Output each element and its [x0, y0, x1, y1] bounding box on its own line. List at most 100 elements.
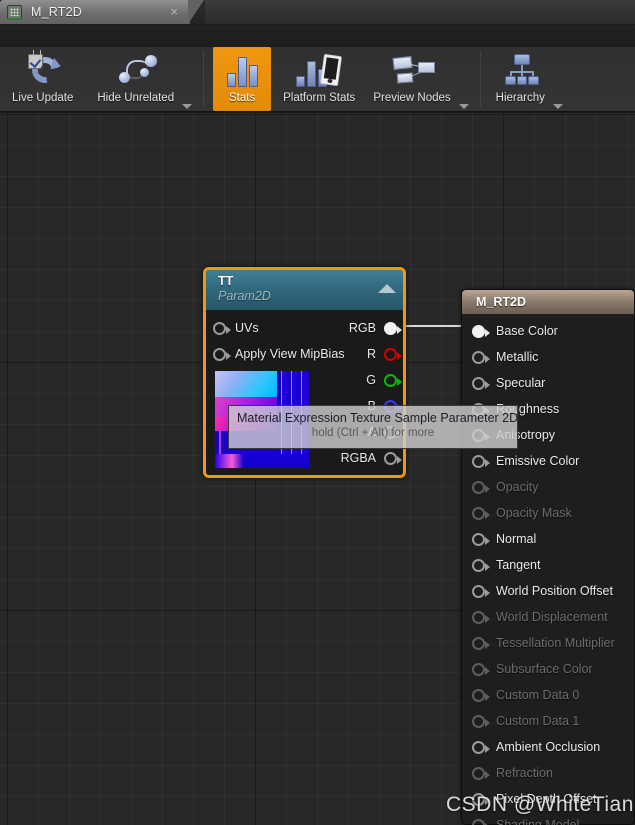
pin-custom-data-0[interactable]	[472, 688, 490, 702]
material-pin-world-displacement[interactable]: World Displacement	[462, 604, 634, 630]
hide-unrelated-icon	[113, 51, 159, 91]
pin-emissive-color[interactable]	[472, 454, 490, 468]
pin-subsurface-color[interactable]	[472, 662, 490, 676]
toolbar-label-preview-nodes: Preview Nodes	[373, 92, 451, 104]
toolbar-separator-2	[479, 51, 481, 107]
pin-metallic[interactable]	[472, 350, 490, 364]
material-pin-normal[interactable]: Normal	[462, 526, 634, 552]
texture-output-rgb[interactable]: RGB	[348, 319, 402, 337]
material-pin-pixel-depth-offset[interactable]: Pixel Depth Offset	[462, 786, 634, 812]
material-pin-subsurface-color[interactable]: Subsurface Color	[462, 656, 634, 682]
asset-tab-label: M_RT2D	[31, 5, 82, 19]
material-asset-icon	[7, 4, 22, 20]
pin-normal[interactable]	[472, 532, 490, 546]
live-update-icon	[20, 50, 66, 91]
texture-node-body: UVs Apply View MipBias RGB R G RGBA	[206, 310, 403, 475]
material-pin-refraction[interactable]: Refraction	[462, 760, 634, 786]
material-pin-specular[interactable]: Specular	[462, 370, 634, 396]
pin-label-apply-view-mipbias: Apply View MipBias	[235, 347, 345, 361]
material-pin-world-position-offset[interactable]: World Position Offset	[462, 578, 634, 604]
material-pin-shading-model[interactable]: Shading Model	[462, 812, 634, 825]
pin-uvs[interactable]	[213, 321, 231, 335]
material-graph-canvas[interactable]: TT Param2D UVs Apply View MipBias RGB R …	[0, 113, 635, 825]
material-pin-emissive-color[interactable]: Emissive Color	[462, 448, 634, 474]
toolbar-button-hierarchy[interactable]: Hierarchy	[490, 47, 551, 111]
pin-specular[interactable]	[472, 376, 490, 390]
hierarchy-icon	[497, 51, 543, 91]
pin-g[interactable]	[384, 373, 402, 387]
pin-tangent[interactable]	[472, 558, 490, 572]
pin-base-color[interactable]	[472, 324, 490, 338]
material-node-header[interactable]: M_RT2D	[462, 290, 634, 314]
pin-label-subsurface-color: Subsurface Color	[496, 662, 593, 676]
pin-label-world-displacement: World Displacement	[496, 610, 608, 624]
pin-label-r: R	[366, 347, 376, 361]
toolbar-label-stats: Stats	[228, 92, 256, 104]
title-bar-background	[205, 0, 635, 24]
material-pin-ambient-occlusion[interactable]: Ambient Occlusion	[462, 734, 634, 760]
pin-ambient-occlusion[interactable]	[472, 740, 490, 754]
pin-label-emissive-color: Emissive Color	[496, 454, 580, 468]
texture-node-header[interactable]: TT Param2D	[206, 270, 403, 310]
pin-rgba[interactable]	[384, 451, 402, 465]
pin-shading-model[interactable]	[472, 818, 490, 825]
title-bar: M_RT2D ×	[0, 0, 635, 24]
pin-label-base-color: Base Color	[496, 324, 558, 338]
triangle-up-icon[interactable]	[378, 284, 396, 293]
close-icon[interactable]: ×	[170, 4, 178, 19]
texture-output-rgba[interactable]: RGBA	[341, 449, 402, 467]
pin-opacity[interactable]	[472, 480, 490, 494]
pin-label-ambient-occlusion: Ambient Occlusion	[496, 740, 601, 754]
pin-world-displacement[interactable]	[472, 610, 490, 624]
tooltip-hint: hold (Ctrl + Alt) for more	[311, 427, 435, 439]
toolbar-button-platform-stats[interactable]: Platform Stats	[277, 47, 361, 111]
pin-opacity-mask[interactable]	[472, 506, 490, 520]
toolbar-separator-1	[203, 51, 205, 107]
toolbar-label-platform-stats: Platform Stats	[283, 92, 356, 104]
texture-input-uvs[interactable]: UVs	[213, 319, 259, 337]
toolbar: Live Update Hide Unrelated Stats Platfor…	[0, 24, 635, 112]
pin-apply-view-mipbias[interactable]	[213, 347, 231, 361]
texture-output-g[interactable]: G	[366, 371, 402, 389]
texture-node-title: TT	[218, 274, 234, 288]
node-material-output[interactable]: M_RT2D Base Color Metallic Specular Roug…	[461, 289, 635, 825]
pin-world-position-offset[interactable]	[472, 584, 490, 598]
pin-label-uvs: UVs	[235, 321, 259, 335]
pin-rgb[interactable]	[384, 321, 402, 335]
material-pin-base-color[interactable]: Base Color	[462, 318, 634, 344]
pin-refraction[interactable]	[472, 766, 490, 780]
pin-label-opacity-mask: Opacity Mask	[496, 506, 572, 520]
tooltip-title: Material Expression Texture Sample Param…	[237, 411, 519, 425]
toolbar-button-preview-nodes[interactable]: Preview Nodes	[367, 47, 456, 111]
material-pin-custom-data-0[interactable]: Custom Data 0	[462, 682, 634, 708]
pin-label-tangent: Tangent	[496, 558, 541, 572]
pin-custom-data-1[interactable]	[472, 714, 490, 728]
toolbar-button-stats[interactable]: Stats	[213, 47, 272, 111]
pin-label-rgb: RGB	[348, 321, 376, 335]
pin-label-specular: Specular	[496, 376, 546, 390]
pin-label-world-position-offset: World Position Offset	[496, 584, 613, 598]
toolbar-label-live-update: Live Update	[12, 92, 74, 104]
texture-output-r[interactable]: R	[366, 345, 402, 363]
material-pin-opacity-mask[interactable]: Opacity Mask	[462, 500, 634, 526]
toolbar-button-live-update[interactable]: Live Update	[6, 47, 79, 111]
toolbar-label-hierarchy: Hierarchy	[495, 92, 545, 104]
material-pin-opacity[interactable]: Opacity	[462, 474, 634, 500]
material-node-title: M_RT2D	[476, 295, 527, 309]
toolbar-top-strip	[0, 25, 635, 47]
material-pin-metallic[interactable]: Metallic	[462, 344, 634, 370]
material-pin-tangent[interactable]: Tangent	[462, 552, 634, 578]
texture-input-apply-view-mipbias[interactable]: Apply View MipBias	[213, 345, 345, 363]
pin-r[interactable]	[384, 347, 402, 361]
pin-tessellation-multiplier[interactable]	[472, 636, 490, 650]
toolbar-button-hide-unrelated[interactable]: Hide Unrelated	[91, 47, 180, 111]
pin-pixel-depth-offset[interactable]	[472, 792, 490, 806]
material-pin-tessellation-multiplier[interactable]: Tessellation Multiplier	[462, 630, 634, 656]
material-editor-window: M_RT2D × Live Update Hide Unrelated Stat…	[0, 0, 635, 825]
asset-tab-m-rt2d[interactable]: M_RT2D ×	[0, 0, 204, 24]
pin-label-opacity: Opacity	[496, 480, 539, 494]
pin-label-custom-data-0: Custom Data 0	[496, 688, 580, 702]
pin-label-tessellation-multiplier: Tessellation Multiplier	[496, 636, 615, 650]
material-pin-custom-data-1[interactable]: Custom Data 1	[462, 708, 634, 734]
material-pin-list: Base Color Metallic Specular Roughness A…	[462, 314, 634, 825]
